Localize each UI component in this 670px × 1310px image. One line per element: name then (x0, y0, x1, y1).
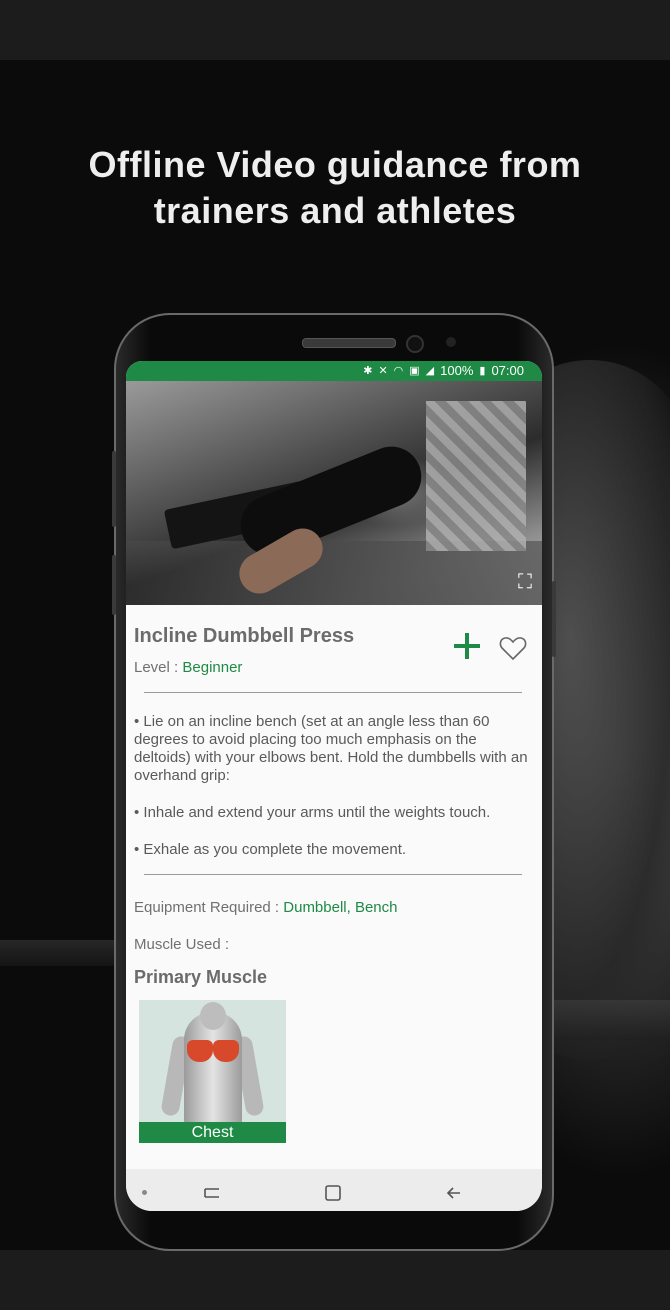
battery-icon: ▮ (479, 365, 486, 377)
back-icon[interactable] (442, 1181, 466, 1205)
fullscreen-icon[interactable]: ⛶ (514, 571, 536, 593)
volume-button (112, 451, 116, 527)
headline-line-2: trainers and athletes (153, 190, 517, 231)
top-band (0, 0, 670, 60)
plus-icon[interactable] (452, 631, 482, 661)
divider (144, 874, 522, 875)
exercise-title: Incline Dumbbell Press (134, 625, 355, 647)
level-value: Beginner (182, 659, 243, 676)
primary-muscle-label: Chest (139, 1122, 286, 1143)
video-player[interactable]: ⛶ (126, 381, 542, 605)
navigation-bar (126, 1169, 542, 1211)
clock: 07:00 (491, 363, 524, 378)
mute-icon: ✕ (378, 365, 388, 377)
sim-icon: ▣ (409, 365, 420, 377)
home-icon[interactable] (321, 1181, 345, 1205)
recents-icon[interactable] (200, 1181, 224, 1205)
wifi-icon: ◠ (393, 365, 404, 377)
heart-icon[interactable] (498, 633, 528, 663)
app-screen: ✱ ✕ ◠ ▣ ◢ 100% ▮ 07:00 ⛶ Incline Dumbbel… (126, 361, 542, 1211)
level-label: Level : (134, 659, 183, 676)
instruction-step-1: • Lie on an incline bench (set at an ang… (134, 713, 528, 784)
power-button (552, 581, 556, 657)
equipment-required: Equipment Required : Dumbbell, Bench (134, 899, 398, 916)
phone-camera (406, 335, 424, 353)
primary-muscle-card[interactable]: Chest (139, 1000, 286, 1143)
exercise-level: Level : Beginner (134, 659, 242, 676)
primary-muscle-heading: Primary Muscle (134, 967, 268, 987)
equipment-label: Equipment Required : (134, 899, 284, 916)
battery-level: 100% (440, 363, 474, 378)
phone-speaker (302, 338, 396, 348)
muscle-head (200, 1002, 226, 1030)
instruction-step-3: • Exhale as you complete the movement. (134, 841, 407, 858)
status-bar: ✱ ✕ ◠ ▣ ◢ 100% ▮ 07:00 (126, 361, 542, 381)
bixby-button (112, 555, 116, 615)
chest-highlight (213, 1040, 239, 1062)
muscle-used-label: Muscle Used : (134, 936, 230, 953)
bottom-band (0, 1250, 670, 1310)
phone-sensor (446, 337, 456, 347)
promo-headline: Offline Video guidance from trainers and… (0, 142, 670, 234)
chest-highlight (187, 1040, 213, 1062)
headline-line-1: Offline Video guidance from (88, 144, 582, 185)
equipment-value: Dumbbell, Bench (283, 899, 398, 916)
nav-dot (142, 1190, 147, 1195)
video-wall-panel (426, 401, 526, 551)
background-bar (0, 940, 120, 966)
bluetooth-icon: ✱ (363, 365, 373, 377)
signal-icon: ◢ (425, 365, 435, 377)
divider (144, 692, 522, 693)
instruction-step-2: • Inhale and extend your arms until the … (134, 804, 491, 821)
